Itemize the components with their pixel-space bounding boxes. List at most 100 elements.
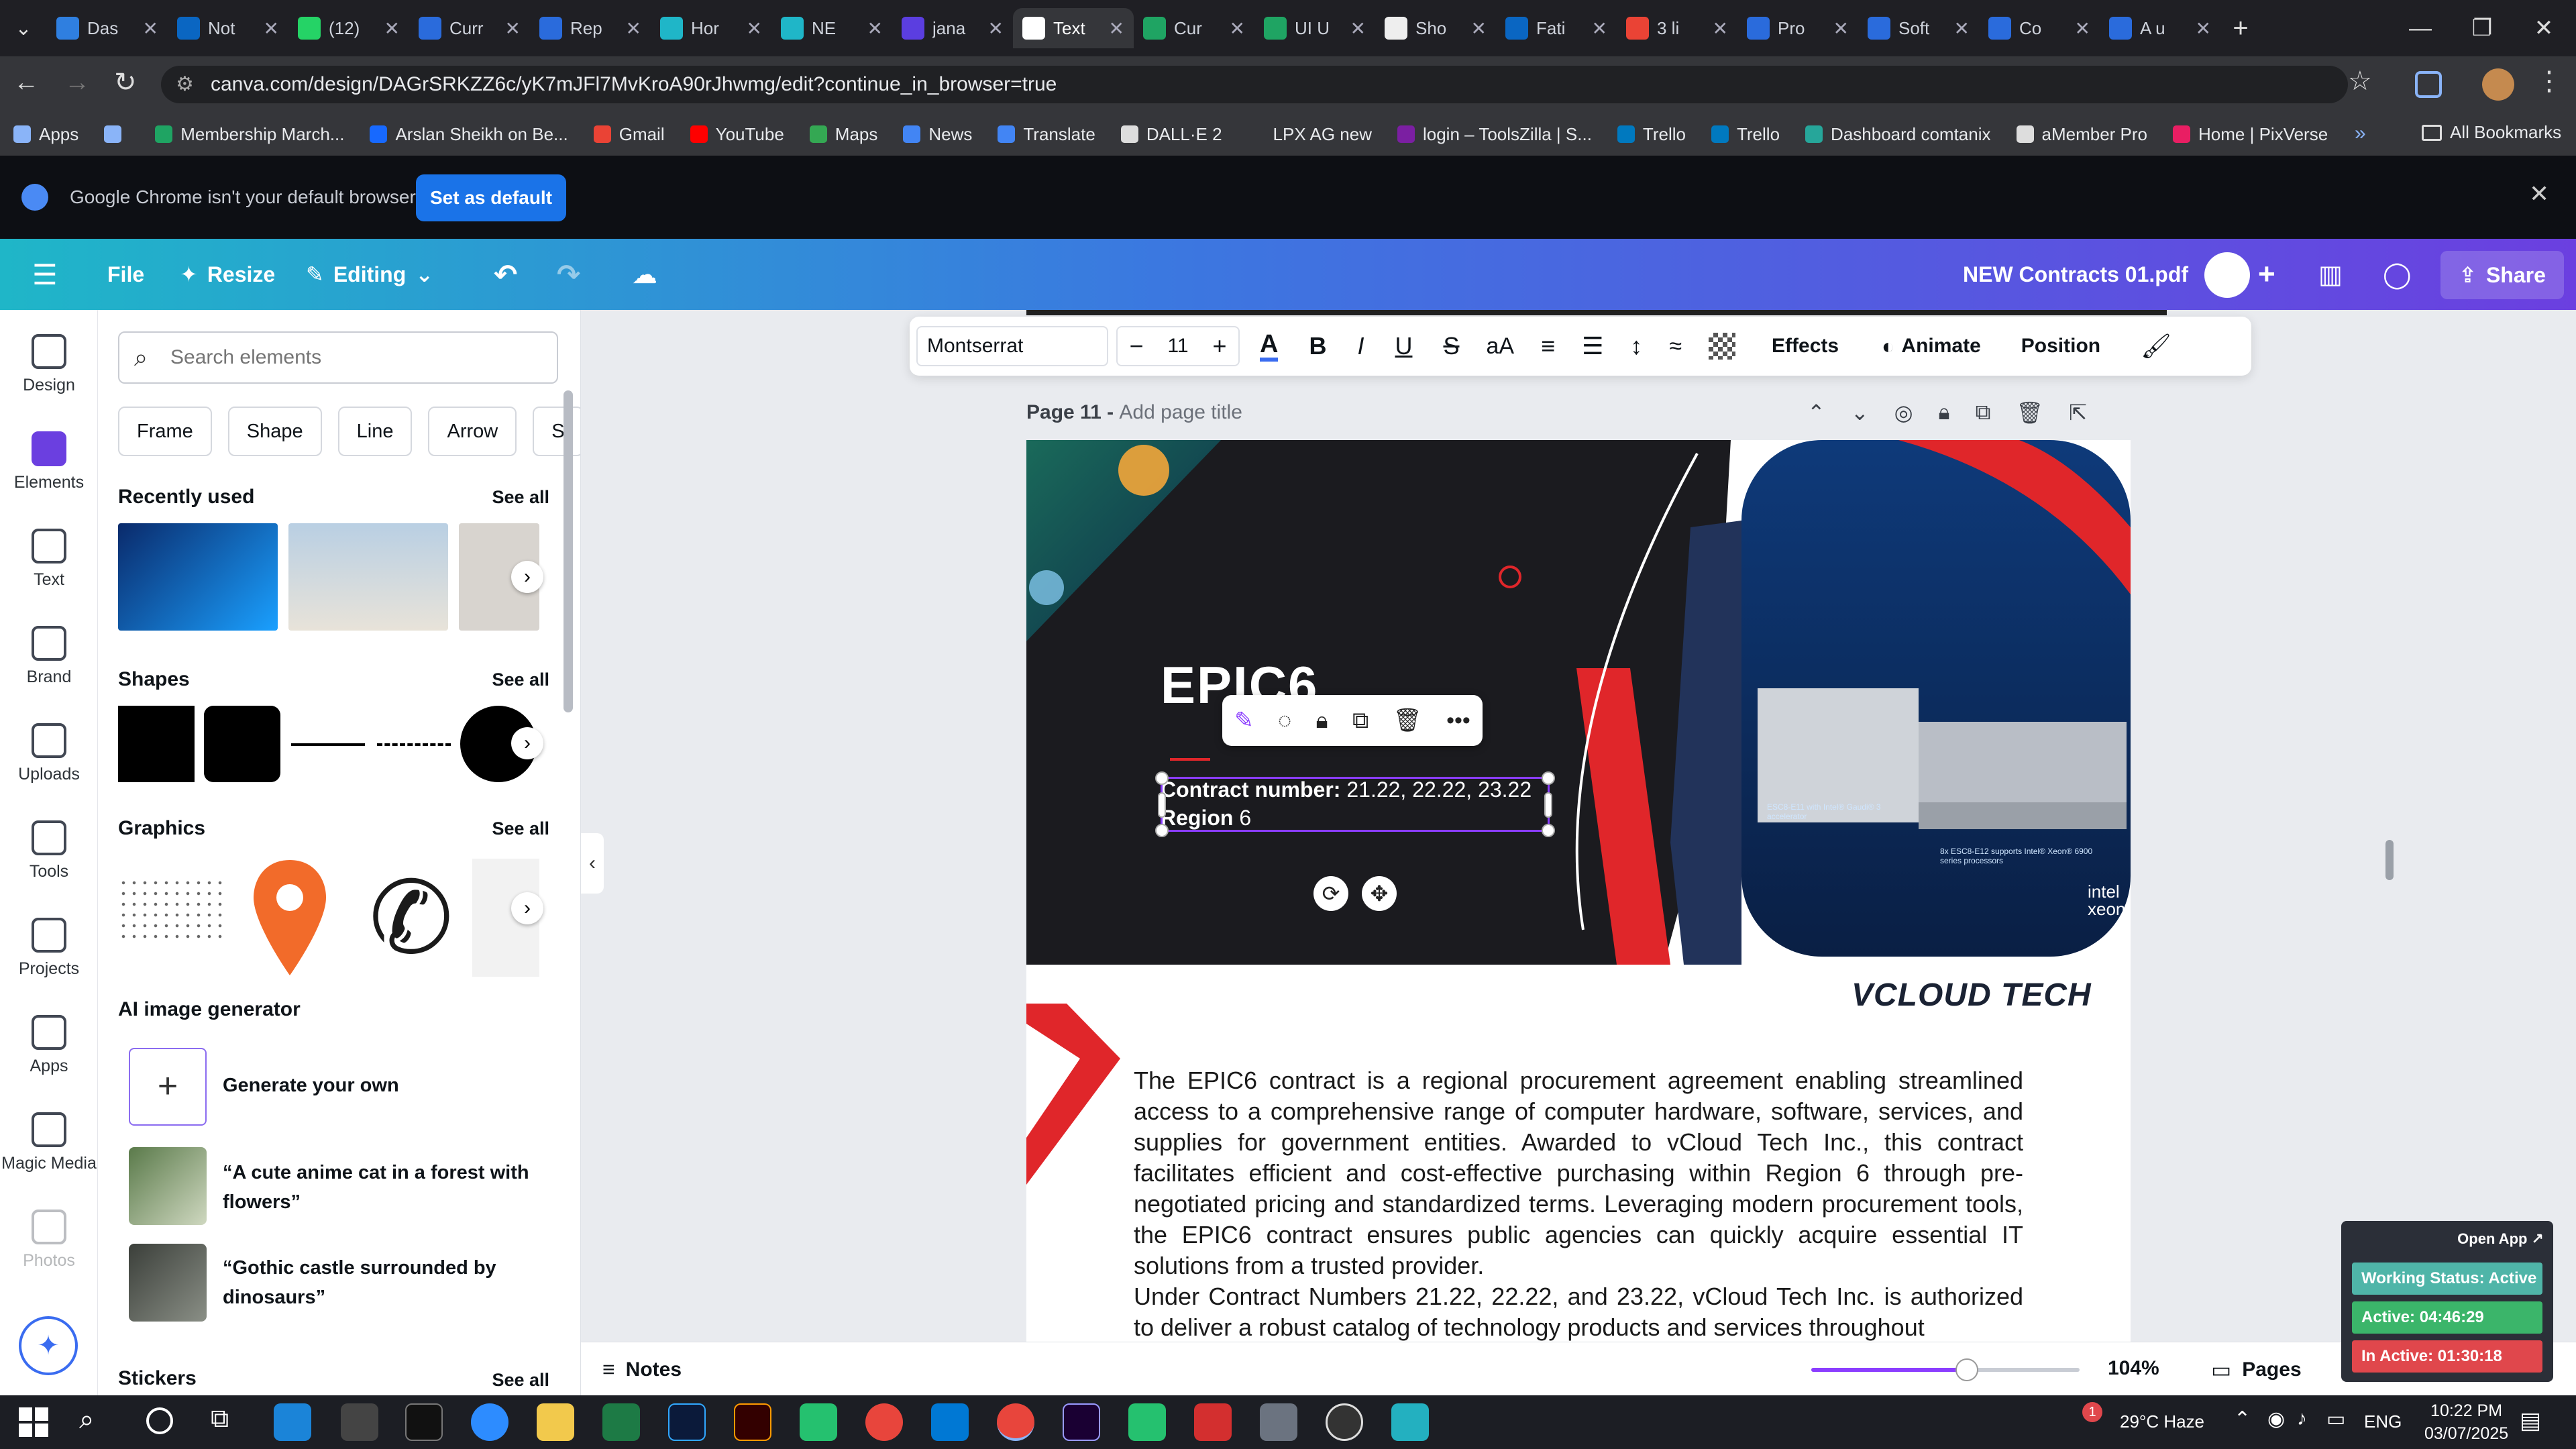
- magic-edit-icon[interactable]: ✎: [1234, 707, 1254, 734]
- tab-close-icon[interactable]: ✕: [867, 17, 883, 40]
- recent-capitol-image[interactable]: [288, 523, 448, 631]
- network-icon[interactable]: ◉: [2267, 1407, 2285, 1431]
- decrease-size-icon[interactable]: −: [1118, 332, 1155, 360]
- bookmark-item[interactable]: [104, 125, 129, 143]
- reload-icon[interactable]: ↻: [114, 67, 137, 98]
- app-taskbar-icon[interactable]: [1391, 1403, 1429, 1441]
- rail-item-brand[interactable]: Brand: [0, 626, 98, 687]
- notes-button[interactable]: ≡ Notes: [602, 1357, 682, 1382]
- excel-taskbar-icon[interactable]: [602, 1403, 640, 1441]
- panel-scrollbar[interactable]: [564, 390, 573, 712]
- bookmark-item[interactable]: Membership March...: [155, 124, 344, 145]
- edge-taskbar-icon[interactable]: [274, 1403, 311, 1441]
- restore-icon[interactable]: ❐: [2451, 0, 2513, 56]
- bookmark-item[interactable]: Maps: [809, 124, 877, 145]
- move-page-down-icon[interactable]: ⌄: [1851, 400, 1869, 425]
- input-language[interactable]: ENG: [2364, 1411, 2402, 1432]
- underline-icon[interactable]: U: [1395, 332, 1412, 360]
- body-text-box[interactable]: The EPIC6 contract is a regional procure…: [1134, 1065, 2023, 1342]
- address-bar[interactable]: ⚙ canva.com/design/DAGrSRKZZ6c/yK7mJFl7M…: [161, 66, 2348, 103]
- design-page[interactable]: EPIC6 Contract number: 21.22, 22.22, 23.…: [1026, 440, 2131, 1342]
- tab-close-icon[interactable]: ✕: [988, 17, 1004, 40]
- spacing-icon[interactable]: ↕: [1630, 332, 1642, 360]
- resize-handle-bottom-right[interactable]: [1542, 824, 1555, 837]
- zoom-slider-thumb[interactable]: [1955, 1358, 1978, 1381]
- more-bookmarks-icon[interactable]: »: [2355, 122, 2366, 145]
- page-title-input[interactable]: Add page title: [1119, 401, 1242, 423]
- add-page-icon[interactable]: ⇱: [2069, 400, 2087, 425]
- text-selection-frame[interactable]: [1155, 771, 1555, 837]
- calculator-taskbar-icon[interactable]: [1260, 1403, 1297, 1441]
- bookmark-item[interactable]: Arslan Sheikh on Be...: [370, 124, 568, 145]
- zoom-taskbar-icon[interactable]: [471, 1403, 508, 1441]
- acrobat-taskbar-icon[interactable]: [1194, 1403, 1232, 1441]
- tab-close-icon[interactable]: ✕: [264, 17, 279, 40]
- element-chip[interactable]: Shape: [227, 407, 322, 456]
- element-chip[interactable]: Arrow: [428, 407, 517, 456]
- browser-tab[interactable]: Not ✕: [168, 8, 288, 48]
- tab-close-icon[interactable]: ✕: [1833, 17, 1849, 40]
- tab-close-icon[interactable]: ✕: [747, 17, 762, 40]
- rail-item-design[interactable]: Design: [0, 334, 98, 395]
- pen-taskbar-icon[interactable]: [341, 1403, 378, 1441]
- generate-plus-icon[interactable]: +: [129, 1048, 207, 1126]
- rounded-square-shape[interactable]: [204, 706, 280, 782]
- redo-icon[interactable]: ↷: [557, 239, 580, 310]
- bookmark-item[interactable]: Translate: [998, 124, 1095, 145]
- bookmark-item[interactable]: aMember Pro: [2016, 124, 2147, 145]
- pages-button[interactable]: ▭ Pages 1: [2211, 1357, 2355, 1383]
- open-app-link[interactable]: Open App ↗: [2457, 1230, 2544, 1248]
- shapes-next-arrow-icon[interactable]: ›: [511, 727, 543, 759]
- tab-search-icon[interactable]: ⌄: [0, 0, 47, 56]
- phone-link-taskbar-icon[interactable]: [800, 1403, 837, 1441]
- lock-element-icon[interactable]: 🔒︎: [1316, 708, 1328, 734]
- resize-handle-top-right[interactable]: [1542, 771, 1555, 785]
- rail-item-photos[interactable]: Photos: [0, 1210, 98, 1271]
- insights-icon[interactable]: ▥: [2318, 239, 2343, 310]
- browser-tab[interactable]: Curr ✕: [409, 8, 530, 48]
- comment-icon[interactable]: ◯: [2383, 239, 2412, 310]
- rail-item-tools[interactable]: Tools: [0, 820, 98, 881]
- new-tab-button[interactable]: +: [2220, 8, 2261, 48]
- line-shape[interactable]: [291, 743, 365, 746]
- bookmark-item[interactable]: Gmail: [593, 124, 665, 145]
- resize-handle-right[interactable]: [1544, 792, 1552, 818]
- extensions-icon[interactable]: [2415, 71, 2442, 98]
- browser-tab[interactable]: (12) ✕: [288, 8, 409, 48]
- italic-icon[interactable]: I: [1357, 332, 1364, 360]
- chrome-menu-icon[interactable]: ⋮: [2536, 66, 2563, 97]
- system-clock[interactable]: 10:22 PM 03/07/2025: [2424, 1399, 2508, 1445]
- resize-handle-bottom-left[interactable]: [1155, 824, 1169, 837]
- all-bookmarks-button[interactable]: All Bookmarks: [2422, 122, 2561, 143]
- gothic-castle-thumb[interactable]: [129, 1244, 207, 1322]
- tab-close-icon[interactable]: ✕: [626, 17, 641, 40]
- tab-close-icon[interactable]: ✕: [505, 17, 521, 40]
- bookmark-item[interactable]: LPX AG new: [1247, 124, 1372, 145]
- browser-tab[interactable]: Text ✕: [1013, 8, 1134, 48]
- element-chip[interactable]: Line: [337, 407, 413, 456]
- premiere-taskbar-icon[interactable]: [1063, 1403, 1100, 1441]
- rail-item-apps[interactable]: Apps: [0, 1015, 98, 1076]
- close-window-icon[interactable]: ✕: [2513, 0, 2575, 56]
- forward-icon[interactable]: →: [64, 68, 90, 97]
- undo-icon[interactable]: ↶: [494, 239, 517, 310]
- browser-tab[interactable]: Cur ✕: [1134, 8, 1254, 48]
- close-infobar-icon[interactable]: ✕: [2529, 180, 2549, 208]
- duplicate-element-icon[interactable]: ⧉: [1352, 708, 1368, 734]
- resize-handle-top-left[interactable]: [1155, 771, 1169, 785]
- delete-page-icon[interactable]: 🗑︎: [2016, 400, 2043, 425]
- resize-button[interactable]: ✦ Resize: [180, 239, 275, 310]
- tab-close-icon[interactable]: ✕: [1350, 17, 1366, 40]
- duplicate-page-icon[interactable]: ⧉: [1976, 400, 1991, 425]
- collapse-panel-icon[interactable]: ‹: [581, 833, 604, 894]
- minimize-icon[interactable]: —: [2390, 0, 2451, 56]
- bookmark-item[interactable]: login – ToolsZilla | S...: [1397, 124, 1592, 145]
- rotate-handle-icon[interactable]: ⟳: [1313, 876, 1348, 911]
- browser-tab[interactable]: Co ✕: [1979, 8, 2100, 48]
- bookmark-item[interactable]: Trello: [1711, 124, 1780, 145]
- generate-your-own-label[interactable]: Generate your own: [223, 1075, 399, 1097]
- rail-item-projects[interactable]: Projects: [0, 918, 98, 979]
- bold-icon[interactable]: B: [1309, 332, 1326, 360]
- illustrator-taskbar-icon[interactable]: [734, 1403, 771, 1441]
- dot-grid-graphic[interactable]: [118, 877, 228, 945]
